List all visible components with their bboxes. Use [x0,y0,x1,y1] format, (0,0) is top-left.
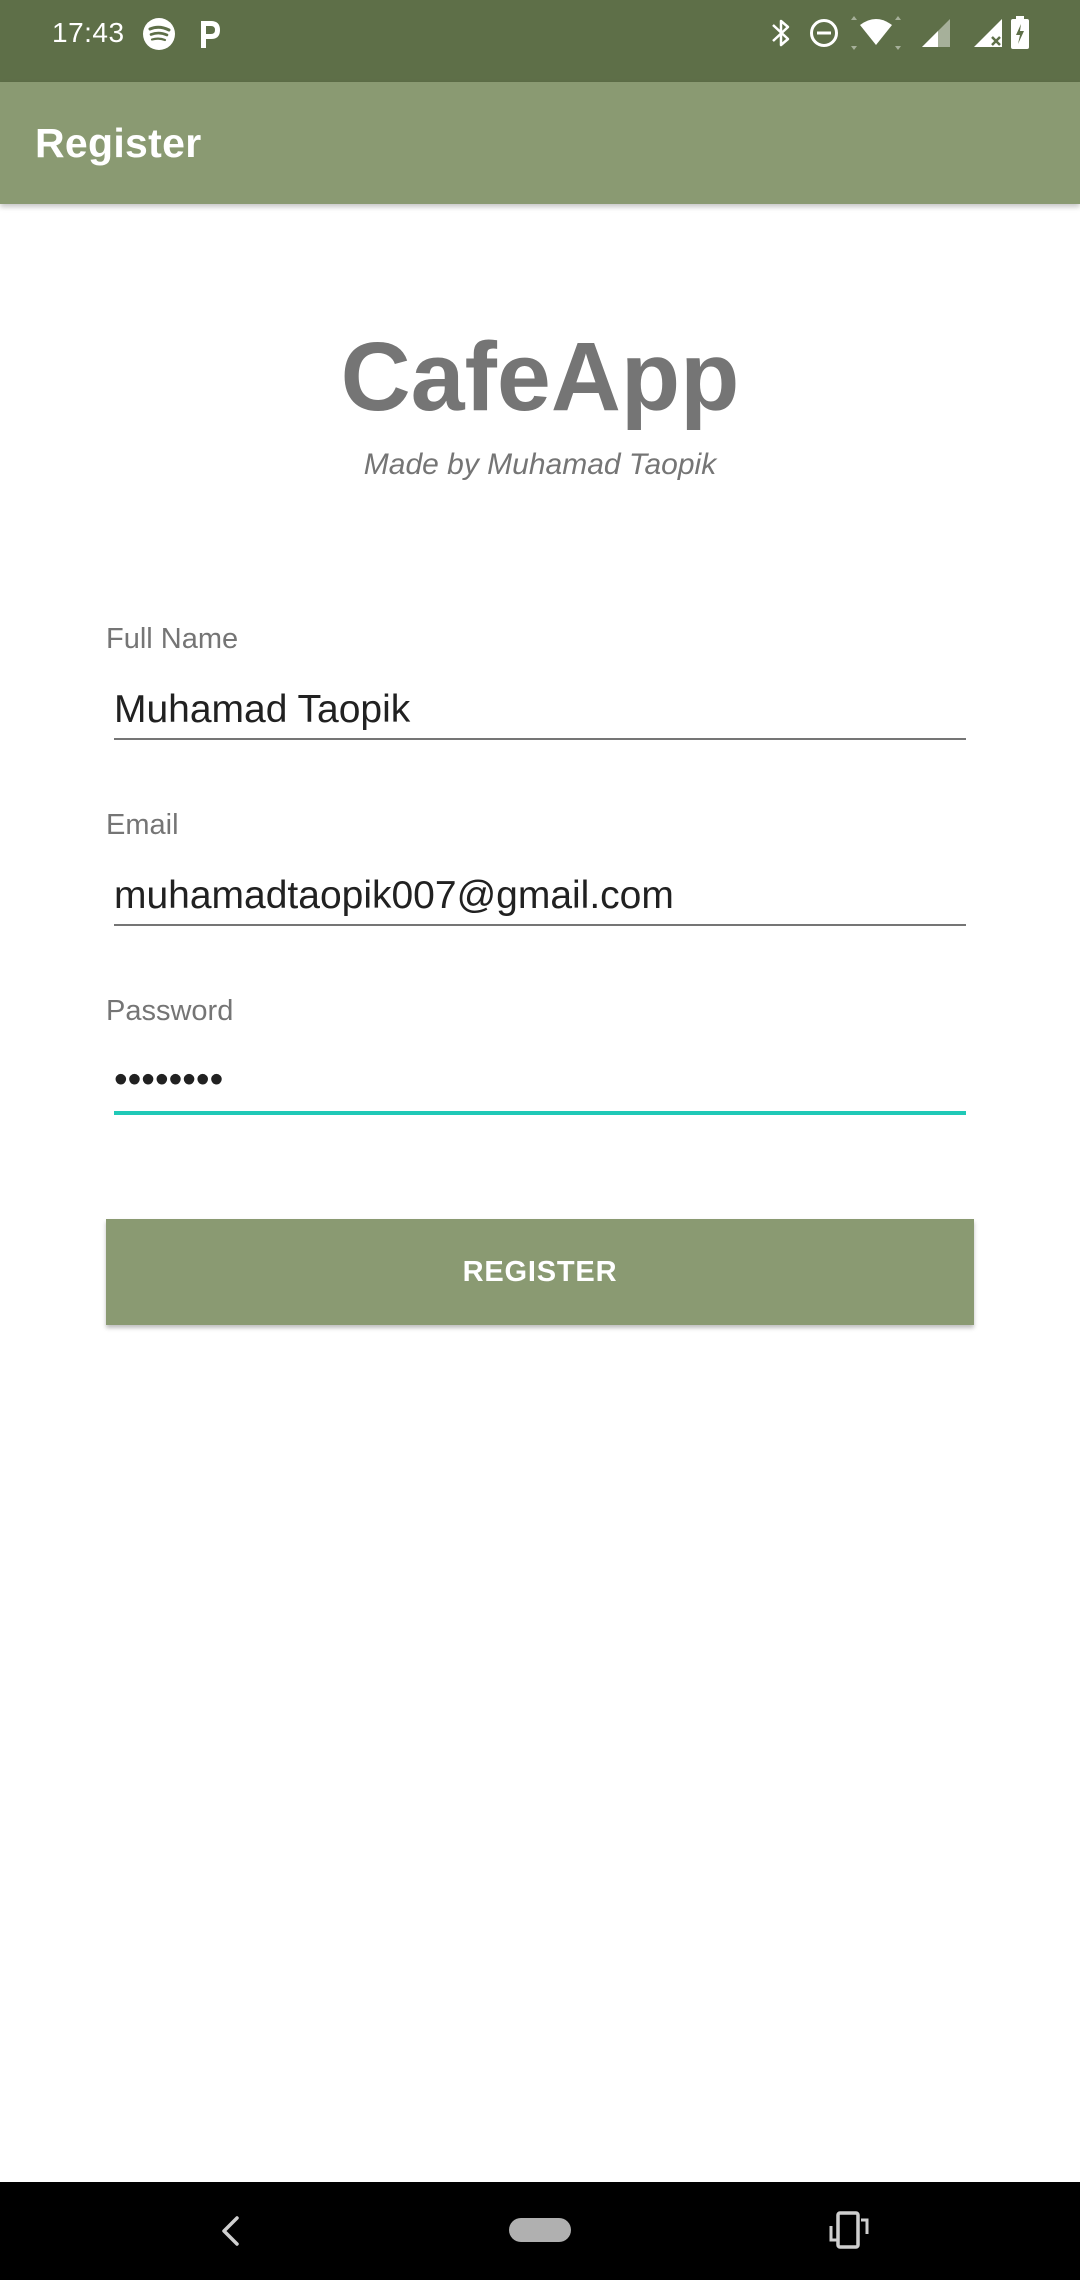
spotify-icon [143,18,175,50]
full-name-underline [114,738,966,740]
signal-icon [974,19,1002,47]
status-bar: 17:43 [0,0,1080,82]
wifi-icon [851,16,901,50]
app-bar: Register [0,82,1080,204]
do-not-disturb-icon [810,19,838,47]
app-logo-subtitle: Made by Muhamad Taopik [363,448,717,481]
signal-icon [922,19,950,47]
rotate-icon[interactable] [828,2204,870,2256]
p-app-icon [201,21,220,48]
email-label: Email [106,809,179,841]
back-icon[interactable] [212,2210,252,2252]
email-underline [114,924,966,926]
status-time: 17:43 [52,17,125,48]
password-field[interactable] [114,1051,966,1109]
app-logo-title: CafeApp [340,322,740,431]
password-label: Password [106,995,234,1027]
app-bar-title: Register [35,120,202,166]
register-button[interactable]: REGISTER [106,1219,974,1325]
full-name-label: Full Name [106,623,239,655]
email-field[interactable] [114,867,966,925]
bluetooth-icon [772,19,790,47]
home-pill-icon[interactable] [509,2218,571,2242]
password-underline-focused [114,1111,966,1115]
full-name-field[interactable] [114,681,966,739]
battery-icon [1011,16,1029,49]
